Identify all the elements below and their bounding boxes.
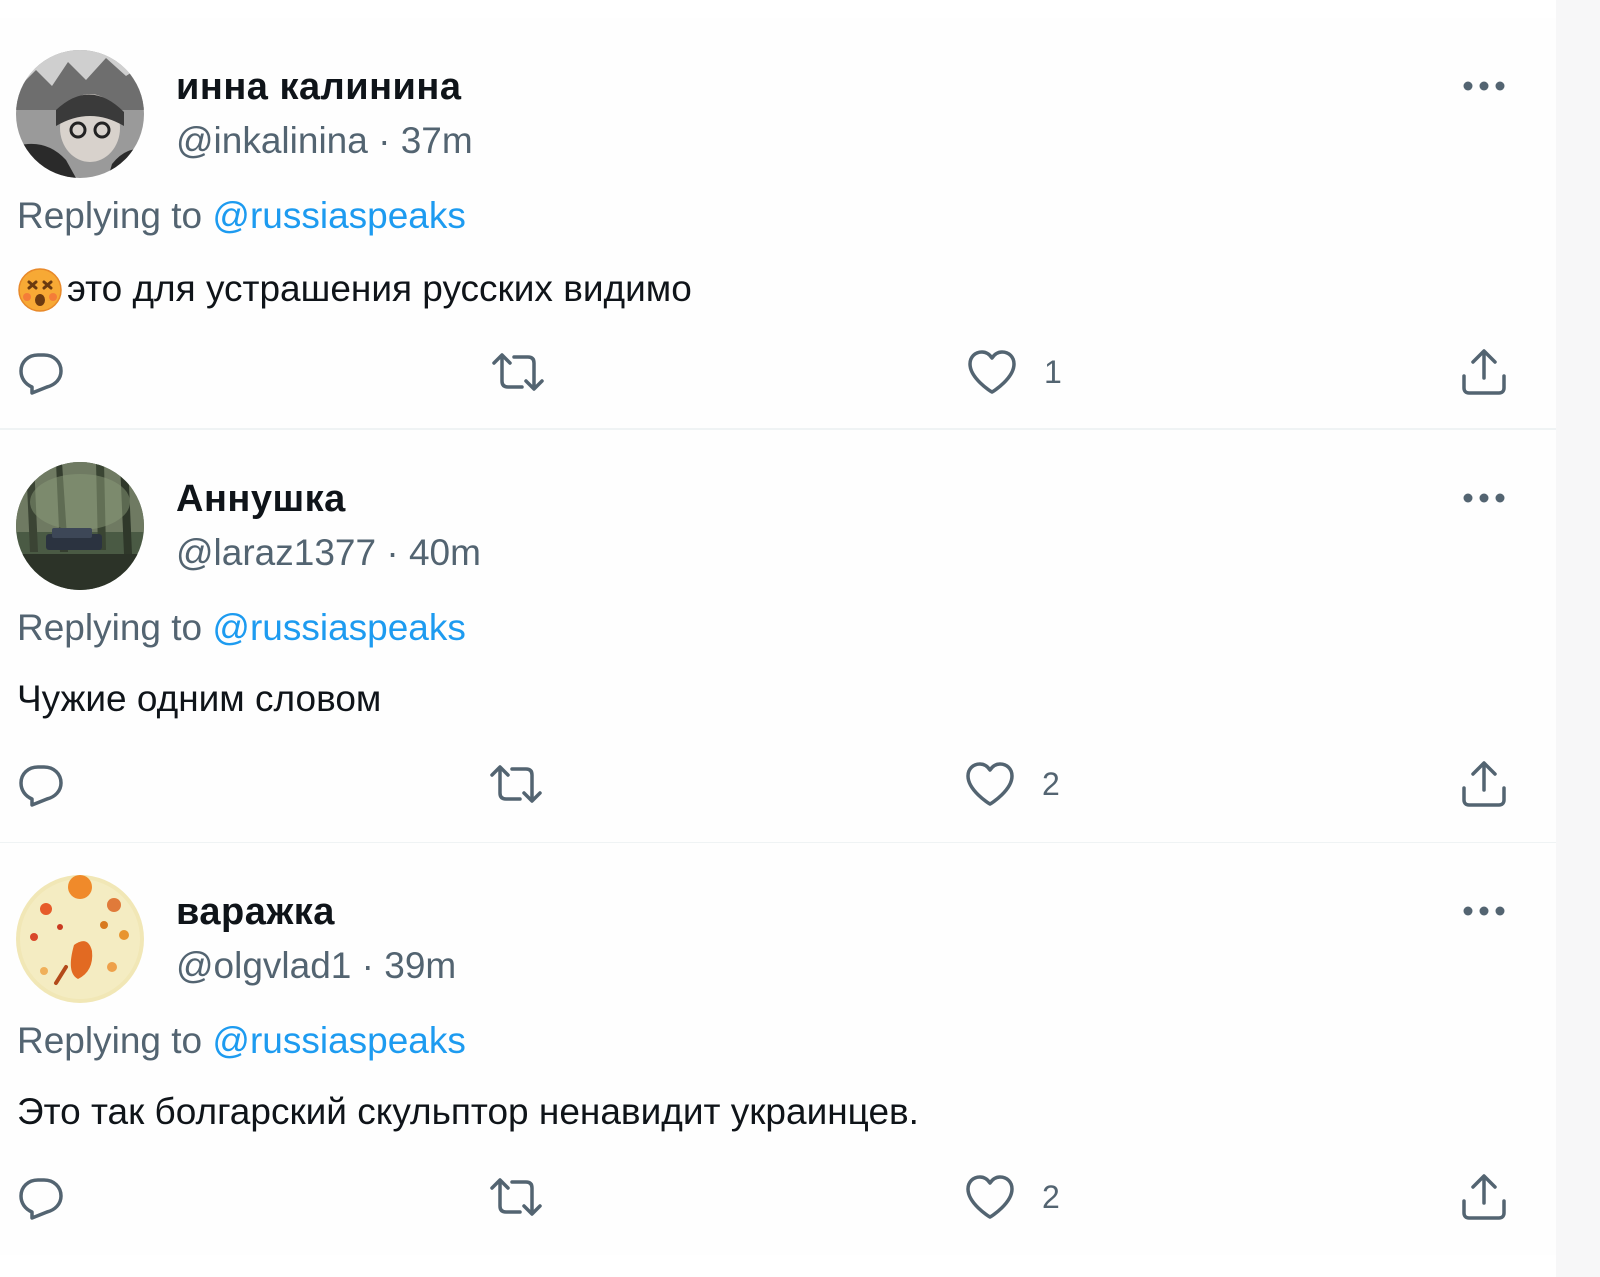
like-button[interactable]: 1 <box>966 342 1062 402</box>
replying-to-line: Replying to @russiaspeaks <box>17 1020 466 1062</box>
avatar[interactable] <box>16 462 144 590</box>
more-options-button[interactable] <box>1460 70 1508 102</box>
retweet-button[interactable] <box>488 754 570 814</box>
reply-button[interactable] <box>18 1167 90 1227</box>
share-button[interactable] <box>1458 1167 1510 1227</box>
tweet[interactable]: инна калинина @inkalinina · 37m Replying… <box>0 18 1556 428</box>
tweet-actions: 2 <box>0 1167 1556 1227</box>
display-name[interactable]: варажка <box>176 891 335 934</box>
like-button[interactable]: 2 <box>964 1167 1060 1227</box>
replying-to-label: Replying to <box>17 195 213 236</box>
avatar[interactable] <box>16 50 144 178</box>
tweet-body: это для устрашения русских видимо <box>67 268 692 309</box>
retweet-button[interactable] <box>490 342 572 402</box>
tweet-body: Это так болгарский скульптор ненавидит у… <box>17 1091 919 1132</box>
reply-feed: инна калинина @inkalinina · 37m Replying… <box>0 0 1556 1277</box>
meta-separator: · <box>367 120 401 161</box>
share-button[interactable] <box>1458 754 1510 814</box>
page-right-edge <box>1556 0 1600 1277</box>
more-icon <box>1463 493 1505 503</box>
replying-to-line: Replying to @russiaspeaks <box>17 607 466 649</box>
tweet-actions: 1 <box>0 342 1556 402</box>
replying-to-line: Replying to @russiaspeaks <box>17 195 466 237</box>
tweet-text: Это так болгарский скульптор ненавидит у… <box>17 1091 919 1133</box>
reply-icon <box>19 765 63 807</box>
more-icon <box>1463 906 1505 916</box>
tweet-timestamp[interactable]: 39m <box>384 945 456 986</box>
replying-to-label: Replying to <box>17 1020 213 1061</box>
tweet-meta: @olgvlad1 · 39m <box>176 945 456 987</box>
mention-link[interactable]: @russiaspeaks <box>212 607 466 648</box>
display-name[interactable]: инна калинина <box>176 66 462 109</box>
like-button[interactable]: 2 <box>964 754 1060 814</box>
user-handle[interactable]: @inkalinina <box>176 120 368 161</box>
tweet-timestamp[interactable]: 40m <box>409 532 481 573</box>
user-handle[interactable]: @olgvlad1 <box>176 945 351 986</box>
reply-icon <box>19 353 63 395</box>
mention-link[interactable]: @russiaspeaks <box>212 195 466 236</box>
retweet-button[interactable] <box>488 1167 570 1227</box>
tweet-meta: @inkalinina · 37m <box>176 120 473 162</box>
tweet[interactable]: варажка @olgvlad1 · 39m Replying to @rus… <box>0 843 1556 1255</box>
like-count: 2 <box>1042 765 1060 802</box>
heart-icon <box>966 1175 1014 1219</box>
dizzy-face-emoji-icon <box>18 268 62 312</box>
tweet-text: Чужие одним словом <box>17 678 381 720</box>
like-count: 1 <box>1044 353 1062 390</box>
mention-link[interactable]: @russiaspeaks <box>212 1020 466 1061</box>
meta-separator: · <box>376 532 409 573</box>
reply-icon <box>19 1178 63 1220</box>
more-options-button[interactable] <box>1460 895 1508 927</box>
reply-button[interactable] <box>18 342 90 402</box>
replying-to-label: Replying to <box>17 607 213 648</box>
more-icon <box>1463 81 1505 91</box>
share-icon <box>1462 349 1506 395</box>
share-icon <box>1462 1174 1506 1220</box>
heart-icon <box>968 350 1016 394</box>
heart-icon <box>966 762 1014 806</box>
tweet-text: это для устрашения русских видимо <box>17 266 692 312</box>
tweet[interactable]: Аннушка @laraz1377 · 40m Replying to @ru… <box>0 430 1556 842</box>
more-options-button[interactable] <box>1460 482 1508 514</box>
share-icon <box>1462 761 1506 807</box>
tweet-timestamp[interactable]: 37m <box>401 120 473 161</box>
meta-separator: · <box>351 945 385 986</box>
reply-button[interactable] <box>18 754 90 814</box>
retweet-icon <box>490 1178 542 1216</box>
retweet-icon <box>490 765 542 803</box>
tweet-actions: 2 <box>0 754 1556 814</box>
tweet-meta: @laraz1377 · 40m <box>176 532 481 574</box>
user-handle[interactable]: @laraz1377 <box>176 532 376 573</box>
tweet-body: Чужие одним словом <box>17 678 382 719</box>
like-count: 2 <box>1042 1178 1060 1215</box>
retweet-icon <box>492 353 544 391</box>
display-name[interactable]: Аннушка <box>176 478 346 521</box>
avatar[interactable] <box>16 875 144 1003</box>
share-button[interactable] <box>1458 342 1510 402</box>
